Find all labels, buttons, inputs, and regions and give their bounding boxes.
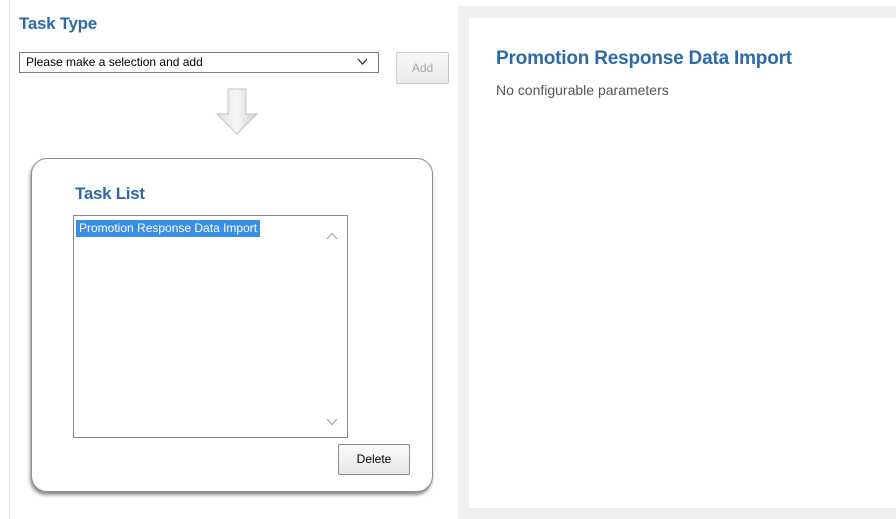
detail-title: Promotion Response Data Import: [496, 48, 792, 69]
task-listbox[interactable]: Promotion Response Data Import: [73, 215, 348, 438]
add-button[interactable]: Add: [396, 52, 449, 84]
task-type-heading: Task Type: [19, 14, 97, 33]
task-list-heading: Task List: [75, 184, 145, 203]
left-divider: [9, 0, 10, 519]
chevron-down-icon: [357, 58, 368, 65]
arrow-down-icon: [215, 88, 259, 135]
task-list-item[interactable]: Promotion Response Data Import: [76, 220, 261, 237]
delete-button[interactable]: Delete: [338, 444, 410, 475]
scroll-up-icon[interactable]: [326, 232, 338, 240]
scroll-down-icon[interactable]: [326, 418, 338, 426]
task-type-select[interactable]: Please make a selection and add: [19, 52, 379, 73]
task-type-select-value: Please make a selection and add: [26, 55, 203, 69]
task-configuration-page: Task Type Please make a selection and ad…: [0, 0, 896, 519]
detail-description: No configurable parameters: [496, 82, 669, 98]
